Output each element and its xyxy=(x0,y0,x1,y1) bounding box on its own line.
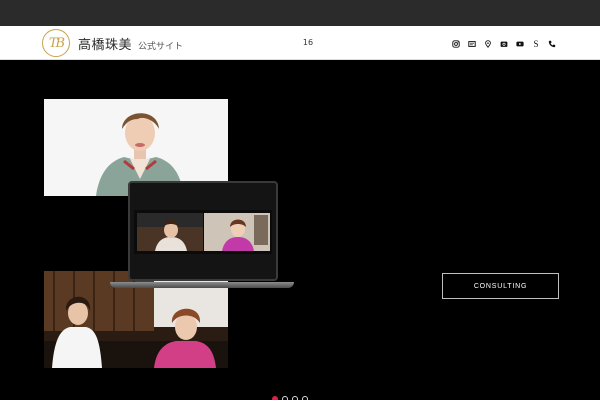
consulting-button[interactable]: CONSULTING xyxy=(442,273,559,299)
slider-dot-3[interactable] xyxy=(292,396,298,400)
slider-dots xyxy=(272,396,308,400)
blog-icon[interactable] xyxy=(468,40,476,48)
header-number: 16 xyxy=(302,38,314,47)
s-icon[interactable]: S xyxy=(532,39,540,48)
logo-text: 高橋珠美 公式サイト xyxy=(78,34,183,53)
logo-name: 高橋珠美 xyxy=(78,37,133,53)
laptop-image xyxy=(110,181,294,289)
logo-mark: TB xyxy=(42,29,70,57)
slider-dot-4[interactable] xyxy=(302,396,308,400)
top-bar xyxy=(0,0,600,26)
laptop-base xyxy=(110,282,294,288)
consulting-button-label: CONSULTING xyxy=(473,282,528,290)
slider-dot-2[interactable] xyxy=(282,396,288,400)
video-tile-right xyxy=(204,213,270,251)
video-call xyxy=(134,210,272,254)
laptop-screen xyxy=(128,181,278,281)
camera-icon[interactable] xyxy=(500,40,508,48)
youtube-icon[interactable] xyxy=(516,40,524,48)
video-tile-left xyxy=(137,213,203,251)
site-header: TB 高橋珠美 公式サイト 16 S xyxy=(0,26,600,60)
logo-subtitle: 公式サイト xyxy=(138,41,184,52)
location-icon[interactable] xyxy=(484,40,492,48)
instagram-icon[interactable] xyxy=(452,40,460,48)
phone-icon[interactable] xyxy=(548,40,556,48)
social-icons: S xyxy=(452,39,556,48)
slider-dot-1[interactable] xyxy=(272,396,278,400)
site-logo[interactable]: TB 高橋珠美 公式サイト xyxy=(42,29,183,57)
